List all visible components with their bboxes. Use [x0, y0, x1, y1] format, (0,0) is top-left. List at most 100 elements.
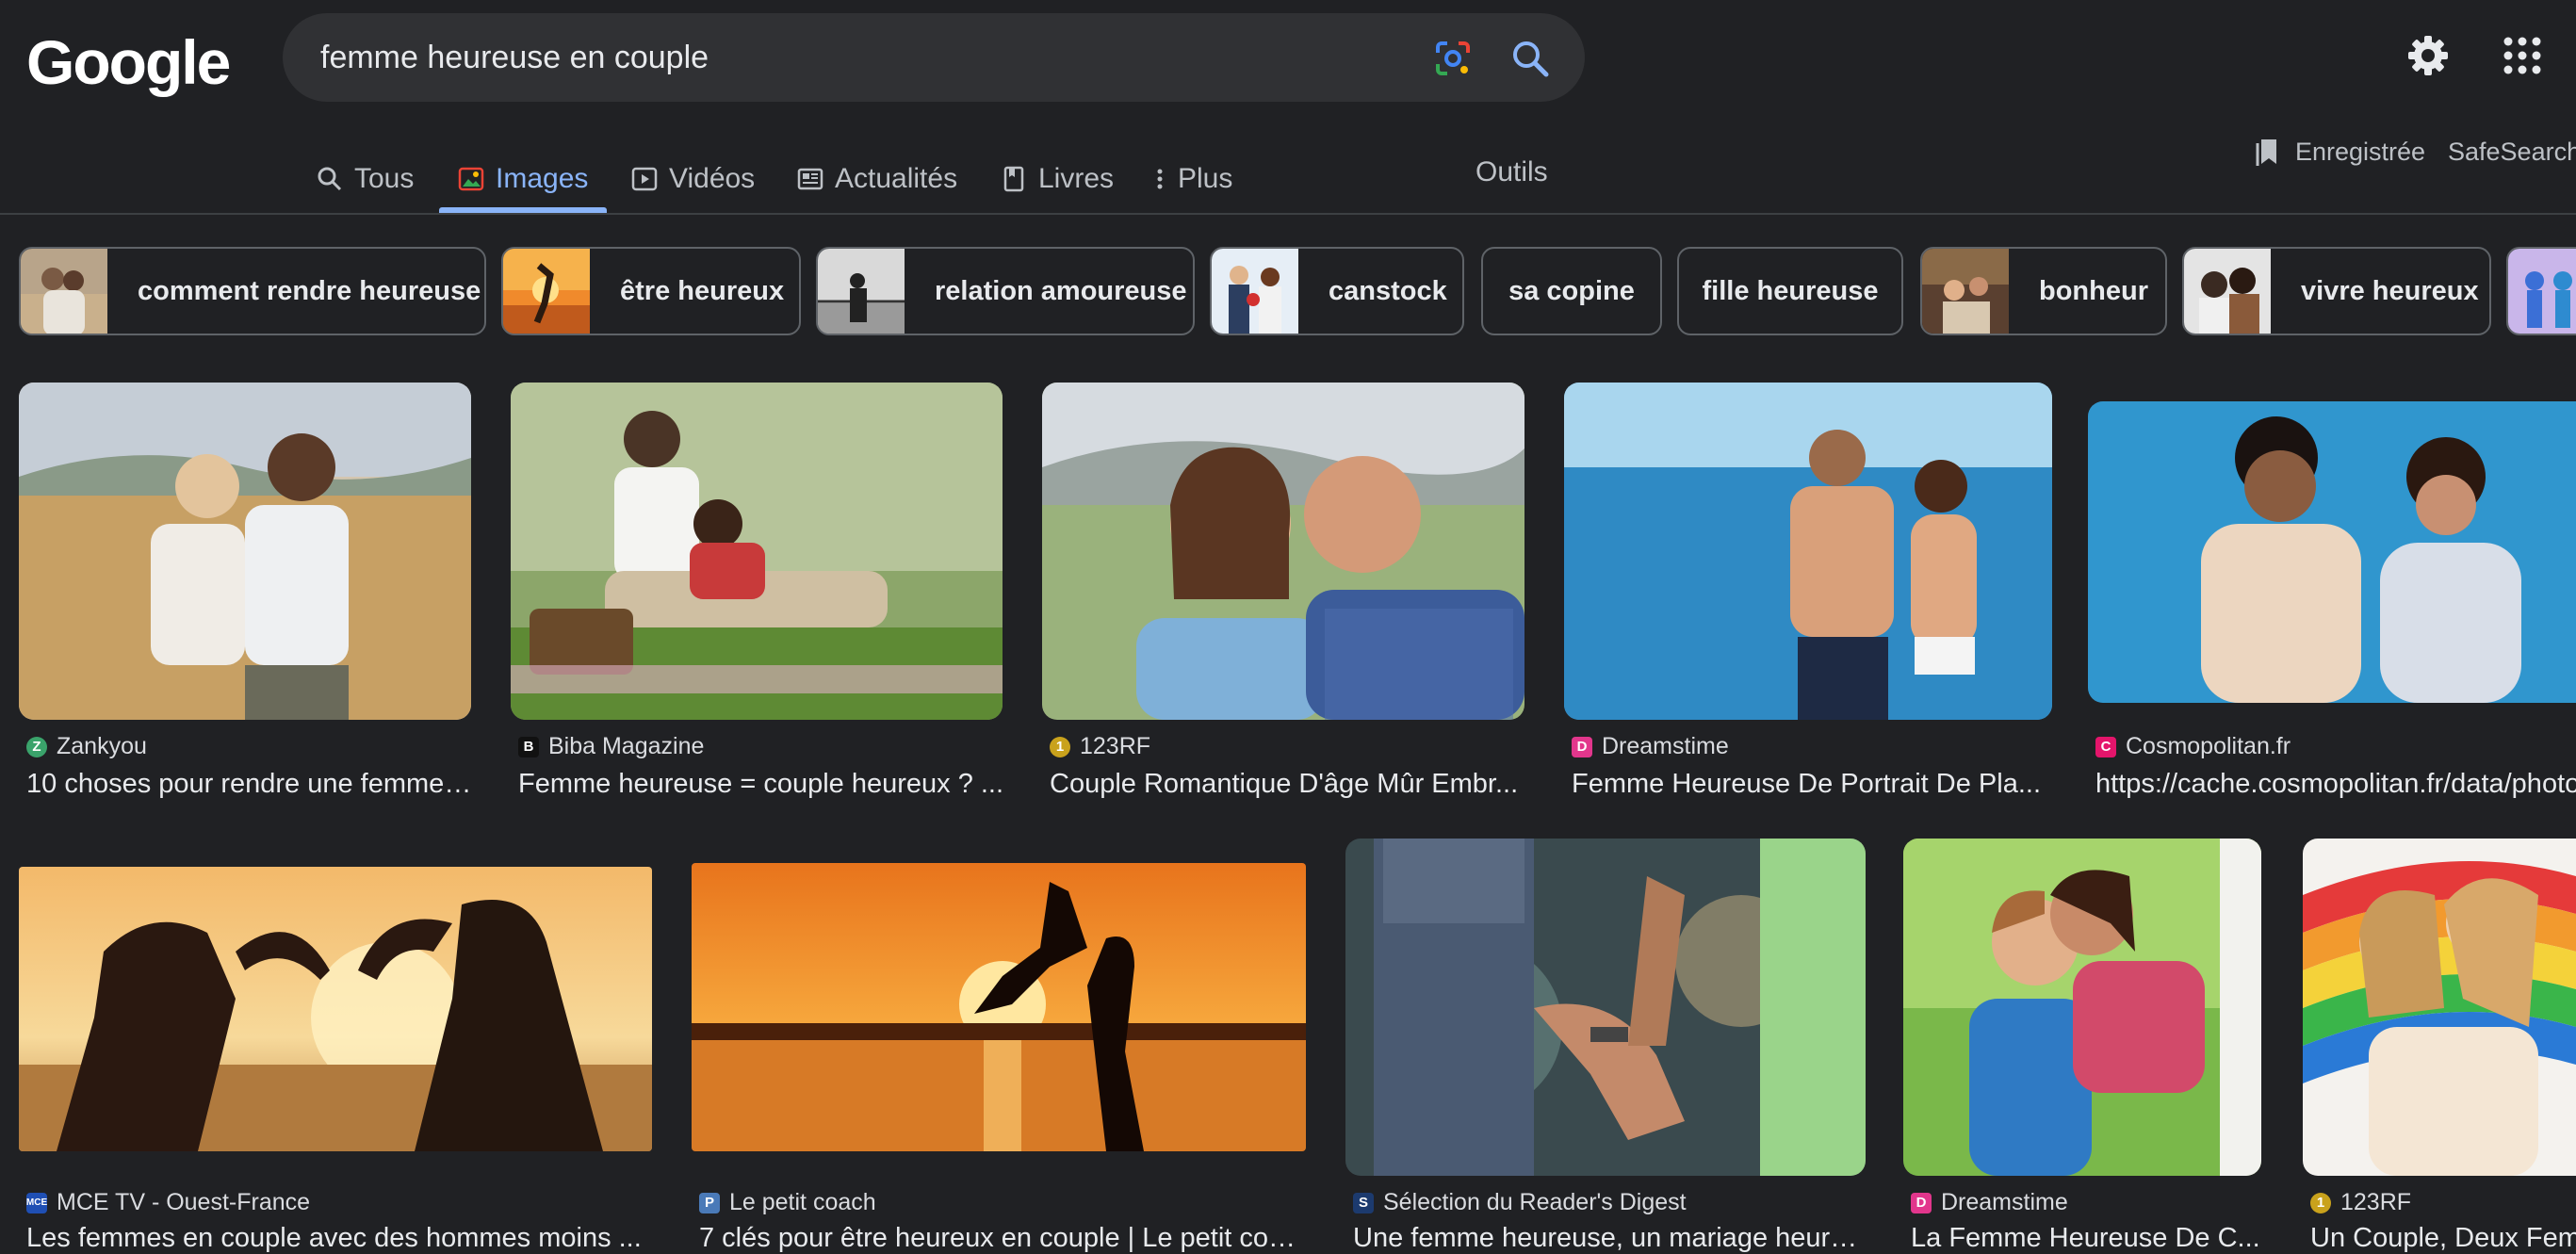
source-favicon-icon: B [518, 736, 539, 757]
result-image[interactable] [2303, 839, 2576, 1176]
related-chip[interactable]: être heureux [501, 247, 801, 335]
tab-books[interactable]: Livres [1001, 141, 1114, 217]
result-title[interactable]: La Femme Heureuse De C... [1911, 1223, 2261, 1254]
tab-label: Images [496, 163, 589, 194]
source-name: MCE TV - Ouest-France [57, 1189, 311, 1215]
result-title[interactable]: 7 clés pour être heureux en couple | Le … [699, 1223, 1306, 1254]
source-name: Zankyou [57, 733, 147, 759]
chip-thumbnail [1922, 249, 2009, 334]
result-title[interactable]: Femme heureuse = couple heureux ? ... [518, 769, 1004, 800]
related-chip[interactable]: bonheur [1920, 247, 2167, 335]
google-apps-icon[interactable] [2503, 36, 2542, 75]
tab-videos[interactable]: Vidéos [631, 141, 755, 217]
source-name: Cosmopolitan.fr [2126, 733, 2291, 759]
result-source[interactable]: D Dreamstime [1572, 733, 1729, 760]
chip-label: comment rendre heureuse [138, 275, 481, 306]
source-name: Le petit coach [729, 1189, 876, 1215]
source-favicon-icon: S [1353, 1192, 1374, 1213]
chip-label: sa copine [1508, 275, 1635, 306]
header-divider [0, 213, 2576, 215]
bookmark-icon [2256, 139, 2276, 166]
source-name: Biba Magazine [548, 733, 705, 759]
source-favicon-icon: D [1572, 736, 1592, 757]
tab-label: Plus [1178, 163, 1233, 194]
more-vert-icon [1157, 169, 1163, 189]
result-source[interactable]: P Le petit coach [699, 1189, 876, 1216]
tab-news[interactable]: Actualités [797, 141, 957, 217]
tools-button[interactable]: Outils [1475, 141, 1548, 204]
result-image[interactable] [511, 383, 1003, 720]
source-favicon-icon: C [2095, 736, 2116, 757]
search-icon[interactable] [1509, 38, 1551, 79]
related-chip[interactable]: vivre heureux [2182, 247, 2491, 335]
source-favicon-icon: D [1911, 1192, 1932, 1213]
result-image[interactable] [2088, 401, 2576, 703]
settings-gear-icon[interactable] [2406, 34, 2450, 77]
tab-label: Actualités [835, 163, 958, 194]
search-box[interactable]: femme heureuse en couple [283, 13, 1585, 102]
video-icon [631, 167, 658, 191]
google-logo[interactable]: Google [26, 26, 231, 98]
related-chip[interactable]: relation amoureuse [816, 247, 1195, 335]
saved-button[interactable]: Enregistrée [2254, 132, 2425, 171]
result-source[interactable]: S Sélection du Reader's Digest [1353, 1189, 1687, 1216]
result-source[interactable]: 1 123RF [1050, 733, 1150, 760]
tab-all[interactable]: Tous [317, 141, 414, 217]
result-image[interactable] [19, 383, 471, 720]
source-name: Dreamstime [1941, 1189, 2068, 1215]
result-source[interactable]: MCE MCE TV - Ouest-France [26, 1189, 310, 1216]
chip-label: fille heureuse [1702, 275, 1879, 306]
source-favicon-icon: 1 [2310, 1192, 2331, 1213]
chip-label: bonheur [2039, 275, 2148, 306]
result-title[interactable]: Couple Romantique D'âge Mûr Embr... [1050, 769, 1526, 800]
chip-thumbnail [2184, 249, 2271, 334]
source-favicon-icon: MCE [26, 1192, 47, 1213]
result-source[interactable]: B Biba Magazine [518, 733, 704, 760]
source-name: 123RF [2340, 1189, 2412, 1215]
related-chip[interactable]: comment rendre heureuse [19, 247, 486, 335]
result-image[interactable] [1345, 839, 1866, 1176]
result-source[interactable]: C Cosmopolitan.fr [2095, 733, 2291, 760]
result-source[interactable]: Z Zankyou [26, 733, 147, 760]
related-chip[interactable]: canstock [1210, 247, 1464, 335]
result-title[interactable]: Les femmes en couple avec des hommes moi… [26, 1223, 652, 1254]
tab-more[interactable]: Plus [1153, 141, 1232, 217]
related-chip[interactable]: sa copine [1481, 247, 1662, 335]
chip-label: être heureux [620, 275, 785, 306]
chip-thumbnail [1212, 249, 1298, 334]
result-image[interactable] [692, 863, 1306, 1151]
chip-label: canstock [1329, 275, 1447, 306]
result-source[interactable]: 1 123RF [2310, 1189, 2411, 1216]
source-name: 123RF [1080, 733, 1151, 759]
search-icon [318, 167, 342, 191]
search-input[interactable]: femme heureuse en couple [320, 13, 1338, 102]
result-title[interactable]: 10 choses pour rendre une femme ... [26, 769, 473, 800]
image-icon [458, 167, 484, 191]
chip-label: relation amoureuse [935, 275, 1187, 306]
result-source[interactable]: D Dreamstime [1911, 1189, 2068, 1216]
saved-label: Enregistrée [2295, 137, 2426, 166]
result-image[interactable] [19, 867, 652, 1151]
google-lens-icon[interactable] [1432, 38, 1474, 79]
result-title[interactable]: https://cache.cosmopolitan.fr/data/photo [2095, 769, 2576, 800]
source-name: Dreamstime [1602, 733, 1729, 759]
result-title[interactable]: Femme Heureuse De Portrait De Pla... [1572, 769, 2054, 800]
result-title[interactable]: Un Couple, Deux Femm... [2310, 1223, 2576, 1254]
safesearch-button[interactable]: SafeSearch [2448, 132, 2576, 171]
chip-thumbnail [2508, 249, 2576, 334]
tab-images[interactable]: Images [458, 141, 588, 217]
related-chip[interactable]: fille heureuse [1677, 247, 1903, 335]
result-image[interactable] [1903, 839, 2261, 1176]
source-favicon-icon: 1 [1050, 736, 1070, 757]
chip-thumbnail [503, 249, 590, 334]
source-name: Sélection du Reader's Digest [1383, 1189, 1687, 1215]
result-image[interactable] [1564, 383, 2052, 720]
related-chip[interactable] [2506, 247, 2576, 335]
result-title[interactable]: Une femme heureuse, un mariage heure... [1353, 1223, 1866, 1254]
news-icon [797, 168, 823, 190]
source-favicon-icon: Z [26, 736, 47, 757]
tab-label: Vidéos [669, 163, 756, 194]
chip-thumbnail [818, 249, 905, 334]
result-image[interactable] [1042, 383, 1524, 720]
tab-label: Tous [354, 163, 415, 194]
